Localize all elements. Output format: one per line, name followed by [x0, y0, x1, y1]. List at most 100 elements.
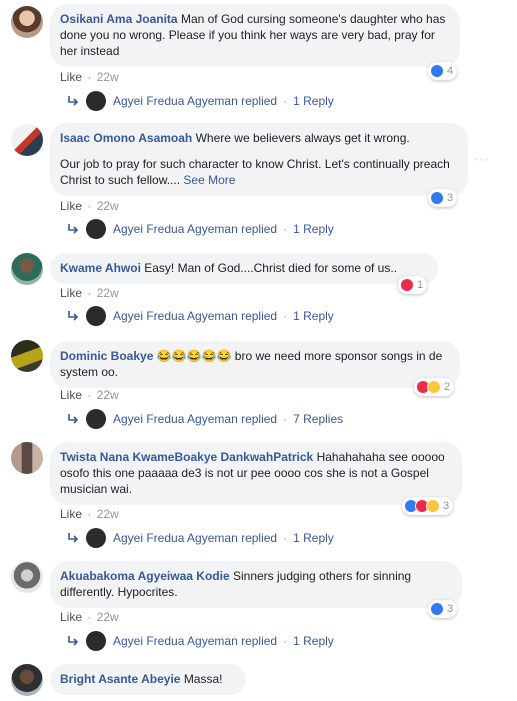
comment-meta: Like · 22w — [60, 199, 119, 213]
comment-author[interactable]: Kwame Ahwoi — [60, 261, 141, 275]
comment-author[interactable]: Dominic Boakye — [60, 349, 153, 363]
timestamp[interactable]: 22w — [97, 388, 119, 402]
reply-arrow-icon — [68, 636, 79, 646]
reaction-count: 1 — [417, 279, 424, 291]
separator: · — [87, 70, 92, 84]
comment-author[interactable]: Akuabakoma Agyeiwaa Kodie — [60, 569, 230, 583]
avatar[interactable] — [11, 442, 43, 474]
haha-reaction-icon — [426, 499, 440, 513]
separator: · — [87, 286, 92, 300]
reply-avatar — [86, 306, 106, 326]
comment-bubble: Twista Nana KwameBoakye DankwahPatrick H… — [50, 442, 462, 505]
timestamp[interactable]: 22w — [97, 507, 119, 521]
reply-avatar — [86, 219, 106, 239]
reply-count[interactable]: 1 Reply — [293, 531, 334, 545]
timestamp[interactable]: 22w — [97, 610, 119, 624]
like-link[interactable]: Like — [60, 70, 82, 84]
like-link[interactable]: Like — [60, 507, 82, 521]
like-reaction-icon — [430, 64, 444, 78]
reaction-summary[interactable]: 3 — [428, 600, 458, 618]
separator: · — [283, 309, 288, 323]
reaction-count: 2 — [444, 381, 451, 393]
comment-author[interactable]: Twista Nana KwameBoakye DankwahPatrick — [60, 450, 313, 464]
timestamp[interactable]: 22w — [97, 199, 119, 213]
reply-arrow-icon — [68, 311, 79, 321]
reaction-count: 3 — [447, 603, 454, 615]
reply-count[interactable]: 1 Reply — [293, 222, 334, 236]
comment-author[interactable]: Osikani Ama Joanita — [60, 12, 178, 26]
like-reaction-icon — [430, 191, 444, 205]
like-reaction-icon — [430, 602, 444, 616]
reaction-summary[interactable]: 3 — [428, 189, 458, 207]
avatar[interactable] — [11, 253, 43, 285]
like-link[interactable]: Like — [60, 199, 82, 213]
reaction-summary[interactable]: 4 — [428, 62, 458, 80]
replies-link[interactable]: Agyei Fredua Agyeman replied · 1 Reply — [66, 306, 334, 326]
comment-bubble: Isaac Omono Asamoah Where we believers a… — [50, 123, 468, 196]
comment-bubble: Akuabakoma Agyeiwaa Kodie Sinners judgin… — [50, 561, 462, 608]
reply-author[interactable]: Agyei Fredua Agyeman replied — [113, 634, 277, 648]
like-link[interactable]: Like — [60, 610, 82, 624]
more-options-icon[interactable]: ··· — [474, 152, 489, 166]
replies-link[interactable]: Agyei Fredua Agyeman replied · 7 Replies — [66, 409, 343, 429]
reaction-count: 3 — [447, 192, 454, 204]
reply-avatar — [86, 528, 106, 548]
separator: · — [87, 199, 92, 213]
reply-avatar — [86, 409, 106, 429]
comment-meta: Like · 22w — [60, 388, 119, 402]
reaction-summary[interactable]: 2 — [414, 378, 455, 396]
comment-meta: Like · 22w — [60, 286, 119, 300]
avatar[interactable] — [11, 6, 43, 38]
reply-arrow-icon — [68, 224, 79, 234]
avatar[interactable] — [11, 124, 43, 156]
timestamp[interactable]: 22w — [97, 70, 119, 84]
replies-link[interactable]: Agyei Fredua Agyeman replied · 1 Reply — [66, 631, 334, 651]
comment-text-continued: Our job to pray for such character to kn… — [60, 157, 450, 187]
separator: · — [283, 412, 288, 426]
reply-count[interactable]: 7 Replies — [293, 412, 343, 426]
comment-author[interactable]: Isaac Omono Asamoah — [60, 131, 192, 145]
haha-reaction-icon — [427, 380, 441, 394]
comment-bubble: Dominic Boakye 😂😂😂😂😂 bro we need more sp… — [50, 341, 460, 388]
separator: · — [283, 531, 288, 545]
emoji: 😂😂😂😂😂 — [156, 349, 232, 363]
comment-text: Massa! — [183, 672, 223, 686]
separator: · — [283, 94, 288, 108]
timestamp[interactable]: 22w — [97, 286, 119, 300]
separator: · — [87, 507, 92, 521]
comment-author[interactable]: Bright Asante Abeyie — [60, 672, 180, 686]
reply-count[interactable]: 1 Reply — [293, 634, 334, 648]
replies-link[interactable]: Agyei Fredua Agyeman replied · 1 Reply — [66, 219, 334, 239]
reaction-summary[interactable]: 1 — [398, 276, 428, 294]
reply-count[interactable]: 1 Reply — [293, 94, 334, 108]
comment-text: Easy! Man of God....Christ died for some… — [144, 261, 398, 275]
reply-author[interactable]: Agyei Fredua Agyeman replied — [113, 222, 277, 236]
separator: · — [283, 222, 288, 236]
reply-author[interactable]: Agyei Fredua Agyeman replied — [113, 94, 277, 108]
reply-avatar — [86, 91, 106, 111]
comment-text: Where we believers always get it wrong. — [195, 131, 410, 145]
comment-meta: Like · 22w — [60, 507, 119, 521]
reply-arrow-icon — [68, 96, 79, 106]
reply-avatar — [86, 631, 106, 651]
reaction-summary[interactable]: 3 — [402, 497, 454, 515]
reply-author[interactable]: Agyei Fredua Agyeman replied — [113, 309, 277, 323]
reaction-count: 3 — [443, 500, 450, 512]
reply-author[interactable]: Agyei Fredua Agyeman replied — [113, 531, 277, 545]
like-link[interactable]: Like — [60, 388, 82, 402]
love-reaction-icon — [400, 278, 414, 292]
reply-count[interactable]: 1 Reply — [293, 309, 334, 323]
reply-arrow-icon — [68, 533, 79, 543]
avatar[interactable] — [11, 664, 43, 696]
reply-author[interactable]: Agyei Fredua Agyeman replied — [113, 412, 277, 426]
reaction-count: 4 — [447, 65, 454, 77]
comment-bubble: Kwame Ahwoi Easy! Man of God....Christ d… — [50, 253, 438, 284]
like-link[interactable]: Like — [60, 286, 82, 300]
comment-meta: Like · 22w — [60, 70, 119, 84]
replies-link[interactable]: Agyei Fredua Agyeman replied · 1 Reply — [66, 91, 334, 111]
replies-link[interactable]: Agyei Fredua Agyeman replied · 1 Reply — [66, 528, 334, 548]
avatar[interactable] — [11, 340, 43, 372]
avatar[interactable] — [11, 561, 43, 593]
see-more-link[interactable]: See More — [183, 173, 235, 187]
separator: · — [87, 388, 92, 402]
